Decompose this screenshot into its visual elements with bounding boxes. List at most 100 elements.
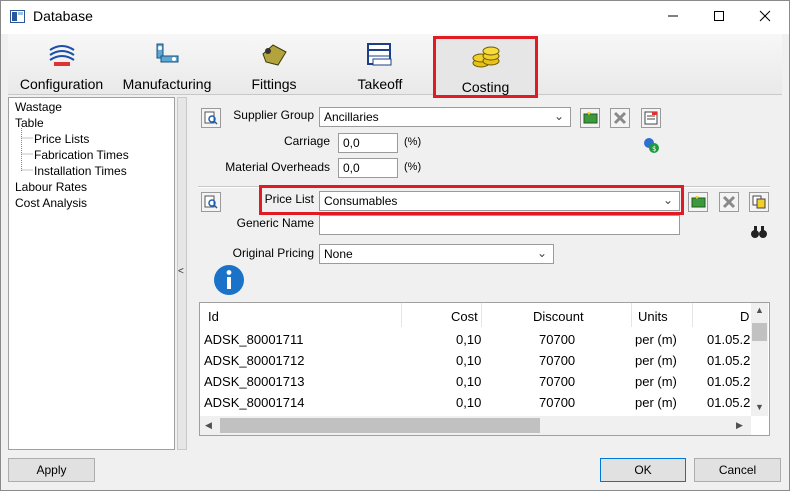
- nav-item-price-lists[interactable]: Price Lists: [34, 132, 89, 146]
- supplier-group-value: Ancillaries: [324, 110, 379, 124]
- scroll-up-arrow-icon[interactable]: ▲: [755, 305, 764, 315]
- cell-units: per (m): [635, 374, 677, 389]
- delete-supplier-button[interactable]: [610, 108, 630, 128]
- info-icon: [214, 265, 244, 295]
- nav-item-labour-rates[interactable]: Labour Rates: [15, 180, 87, 194]
- tab-manufacturing[interactable]: Manufacturing: [120, 36, 214, 94]
- delete-price-list-button[interactable]: [719, 192, 739, 212]
- preview-button-supplier[interactable]: [201, 108, 221, 128]
- cell-cost: 0,10: [456, 395, 482, 410]
- nav-tree: Wastage Table Price Lists Fabrication Ti…: [8, 97, 175, 450]
- nav-item-installation-times[interactable]: Installation Times: [34, 164, 127, 178]
- collapse-arrow-icon[interactable]: <: [178, 266, 184, 277]
- binoculars-icon: [751, 226, 767, 238]
- nav-item-fabrication-times[interactable]: Fabrication Times: [34, 148, 129, 162]
- magnifier-doc-icon: [204, 195, 218, 209]
- tab-fittings[interactable]: Fittings: [230, 36, 318, 94]
- cell-discount: 70700: [539, 332, 576, 347]
- cell-id: ADSK_80001712: [204, 353, 305, 368]
- maximize-icon: [714, 11, 724, 21]
- tab-costing[interactable]: Costing: [433, 36, 538, 98]
- cell-discount: 70700: [539, 353, 576, 368]
- cell-discount: 70700: [539, 395, 576, 410]
- nav-item-wastage[interactable]: Wastage: [15, 100, 62, 114]
- currency-exchange-icon: $: [644, 138, 659, 153]
- copy-price-list-button[interactable]: [749, 192, 769, 212]
- column-header-cost[interactable]: Cost: [451, 309, 478, 324]
- delete-icon: [613, 111, 627, 125]
- column-divider: [481, 303, 482, 327]
- scroll-left-arrow-icon[interactable]: ◀: [205, 420, 212, 431]
- add-price-list-button[interactable]: [688, 192, 708, 212]
- configuration-icon: [48, 45, 75, 66]
- fittings-icon: [262, 44, 287, 66]
- close-button[interactable]: [742, 0, 788, 32]
- properties-supplier-button[interactable]: [641, 108, 661, 128]
- tab-takeoff[interactable]: Takeoff: [336, 36, 424, 94]
- carriage-label: Carriage: [283, 134, 330, 148]
- cell-units: per (m): [635, 353, 677, 368]
- ok-button[interactable]: OK: [600, 458, 686, 482]
- tab-costing-label: Costing: [461, 79, 510, 95]
- add-icon: [583, 112, 598, 124]
- cell-discount: 70700: [539, 374, 576, 389]
- svg-text:$: $: [652, 145, 656, 153]
- window-title: Database: [33, 8, 93, 24]
- scroll-right-arrow-icon[interactable]: ▶: [736, 420, 743, 431]
- add-icon: [691, 196, 706, 208]
- cell-date: 01.05.2: [707, 374, 751, 389]
- generic-name-input[interactable]: [319, 215, 680, 235]
- preview-button-pricelist[interactable]: [201, 192, 221, 212]
- column-header-date[interactable]: D: [740, 309, 749, 324]
- magnifier-doc-icon: [204, 111, 218, 125]
- vertical-scrollbar[interactable]: ▲ ▼: [751, 303, 768, 416]
- original-pricing-select[interactable]: None ⌄: [319, 244, 554, 264]
- tab-configuration-label: Configuration: [19, 76, 104, 92]
- cell-cost: 0,10: [456, 353, 482, 368]
- cell-units: per (m): [635, 395, 677, 410]
- supplier-group-label: Supplier Group: [233, 108, 314, 122]
- find-button[interactable]: [749, 222, 769, 242]
- chevron-down-icon: ⌄: [536, 246, 547, 260]
- vertical-scroll-thumb[interactable]: [752, 323, 767, 341]
- nav-item-cost-analysis[interactable]: Cost Analysis: [15, 196, 87, 210]
- material-overheads-unit: (%): [404, 161, 422, 173]
- minimize-icon: [668, 15, 678, 17]
- chevron-down-icon: ⌄: [553, 109, 564, 123]
- tab-takeoff-label: Takeoff: [357, 76, 403, 92]
- column-header-units[interactable]: Units: [638, 309, 668, 324]
- minimize-button[interactable]: [650, 0, 696, 32]
- column-header-id[interactable]: Id: [208, 309, 219, 324]
- column-divider: [631, 303, 632, 327]
- cell-id: ADSK_80001713: [204, 374, 305, 389]
- price-list-highlight: [259, 185, 684, 215]
- add-supplier-button[interactable]: [580, 108, 600, 128]
- cell-units: per (m): [635, 332, 677, 347]
- material-overheads-label: Material Overheads: [225, 160, 330, 174]
- cancel-button[interactable]: Cancel: [694, 458, 781, 482]
- cell-id: ADSK_80001711: [204, 332, 304, 347]
- tab-configuration[interactable]: Configuration: [15, 36, 108, 94]
- horizontal-scroll-thumb[interactable]: [220, 418, 540, 433]
- cell-date: 01.05.2: [707, 353, 751, 368]
- tab-manufacturing-label: Manufacturing: [122, 76, 212, 92]
- original-pricing-value: None: [324, 247, 353, 261]
- apply-button[interactable]: Apply: [8, 458, 95, 482]
- column-header-discount[interactable]: Discount: [533, 309, 584, 324]
- material-overheads-input[interactable]: 0,0: [338, 158, 398, 178]
- tab-fittings-label: Fittings: [251, 76, 297, 92]
- cell-cost: 0,10: [456, 332, 482, 347]
- supplier-group-select[interactable]: Ancillaries ⌄: [319, 107, 571, 127]
- scroll-down-arrow-icon[interactable]: ▼: [755, 402, 764, 412]
- copy-icon: [752, 195, 766, 209]
- cell-id: ADSK_80001714: [204, 395, 305, 410]
- column-divider: [692, 303, 693, 327]
- carriage-input[interactable]: 0,0: [338, 133, 398, 153]
- app-icon: [10, 10, 25, 23]
- takeoff-icon: [367, 43, 392, 66]
- generic-name-label: Generic Name: [236, 216, 314, 230]
- maximize-button[interactable]: [696, 0, 742, 32]
- cell-cost: 0,10: [456, 374, 482, 389]
- currency-button[interactable]: $: [641, 135, 661, 155]
- cell-date: 01.05.2: [707, 395, 751, 410]
